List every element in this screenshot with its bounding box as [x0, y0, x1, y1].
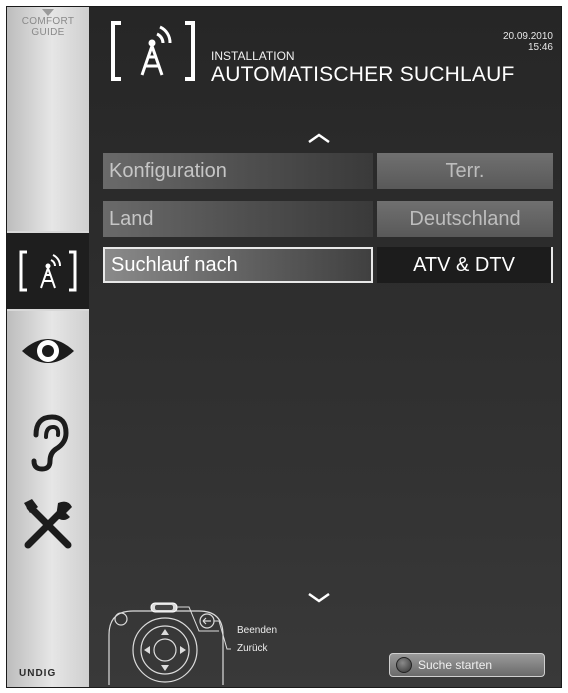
- installation-antenna-icon: [111, 21, 195, 81]
- comfort-guide-label-1: COMFORT: [21, 16, 75, 27]
- sidebar-item-picture[interactable]: [7, 319, 89, 383]
- start-search-label: Suche starten: [418, 658, 493, 672]
- section-label: INSTALLATION: [211, 49, 295, 63]
- menu-row-suchlauf-nach[interactable]: Suchlauf nach ATV & DTV: [103, 247, 553, 283]
- eye-icon: [22, 339, 74, 363]
- tv-menu-screen: COMFORT GUIDE UNDIG INSTALLATION AUTOMAT…: [6, 6, 562, 688]
- sidebar-item-installation[interactable]: [7, 231, 89, 311]
- date-time: 20.09.2010 15:46: [503, 31, 553, 53]
- time-label: 15:46: [527, 42, 553, 53]
- menu-row-value: ATV & DTV: [377, 247, 553, 283]
- sidebar-item-sound[interactable]: [7, 403, 89, 483]
- menu-row-label: Konfiguration: [103, 153, 373, 189]
- tools-icon: [24, 499, 72, 549]
- legend-exit: Beenden: [237, 625, 278, 636]
- ear-icon: [31, 414, 69, 472]
- menu-row-konfiguration[interactable]: Konfiguration Terr.: [103, 153, 553, 189]
- start-search-button[interactable]: Suche starten: [389, 653, 545, 677]
- menu-row-value: Terr.: [377, 153, 553, 189]
- menu-row-label: Suchlauf nach: [103, 247, 373, 283]
- comfort-guide-label-2: GUIDE: [31, 27, 65, 38]
- date-label: 20.09.2010: [502, 31, 553, 42]
- brand-logo: UNDIG: [19, 668, 57, 679]
- legend-back: Zurück: [237, 643, 268, 654]
- menu-row-land[interactable]: Land Deutschland: [103, 201, 553, 237]
- main-panel: INSTALLATION AUTOMATISCHER SUCHLAUF 20.0…: [89, 7, 561, 687]
- comfort-guide[interactable]: COMFORT GUIDE: [7, 7, 89, 97]
- sidebar: COMFORT GUIDE UNDIG: [7, 7, 89, 687]
- page-title: AUTOMATISCHER SUCHLAUF: [211, 63, 515, 86]
- chevron-down-icon[interactable]: [307, 593, 331, 603]
- chevron-up-icon[interactable]: [307, 133, 331, 143]
- remote-control-icon: [108, 602, 231, 685]
- installation-antenna-icon: [19, 250, 77, 292]
- sidebar-item-settings[interactable]: [7, 485, 89, 565]
- menu-row-label: Land: [103, 201, 373, 237]
- menu-row-value: Deutschland: [377, 201, 553, 237]
- color-key-icon: [396, 657, 412, 673]
- caret-down-icon: [42, 9, 54, 16]
